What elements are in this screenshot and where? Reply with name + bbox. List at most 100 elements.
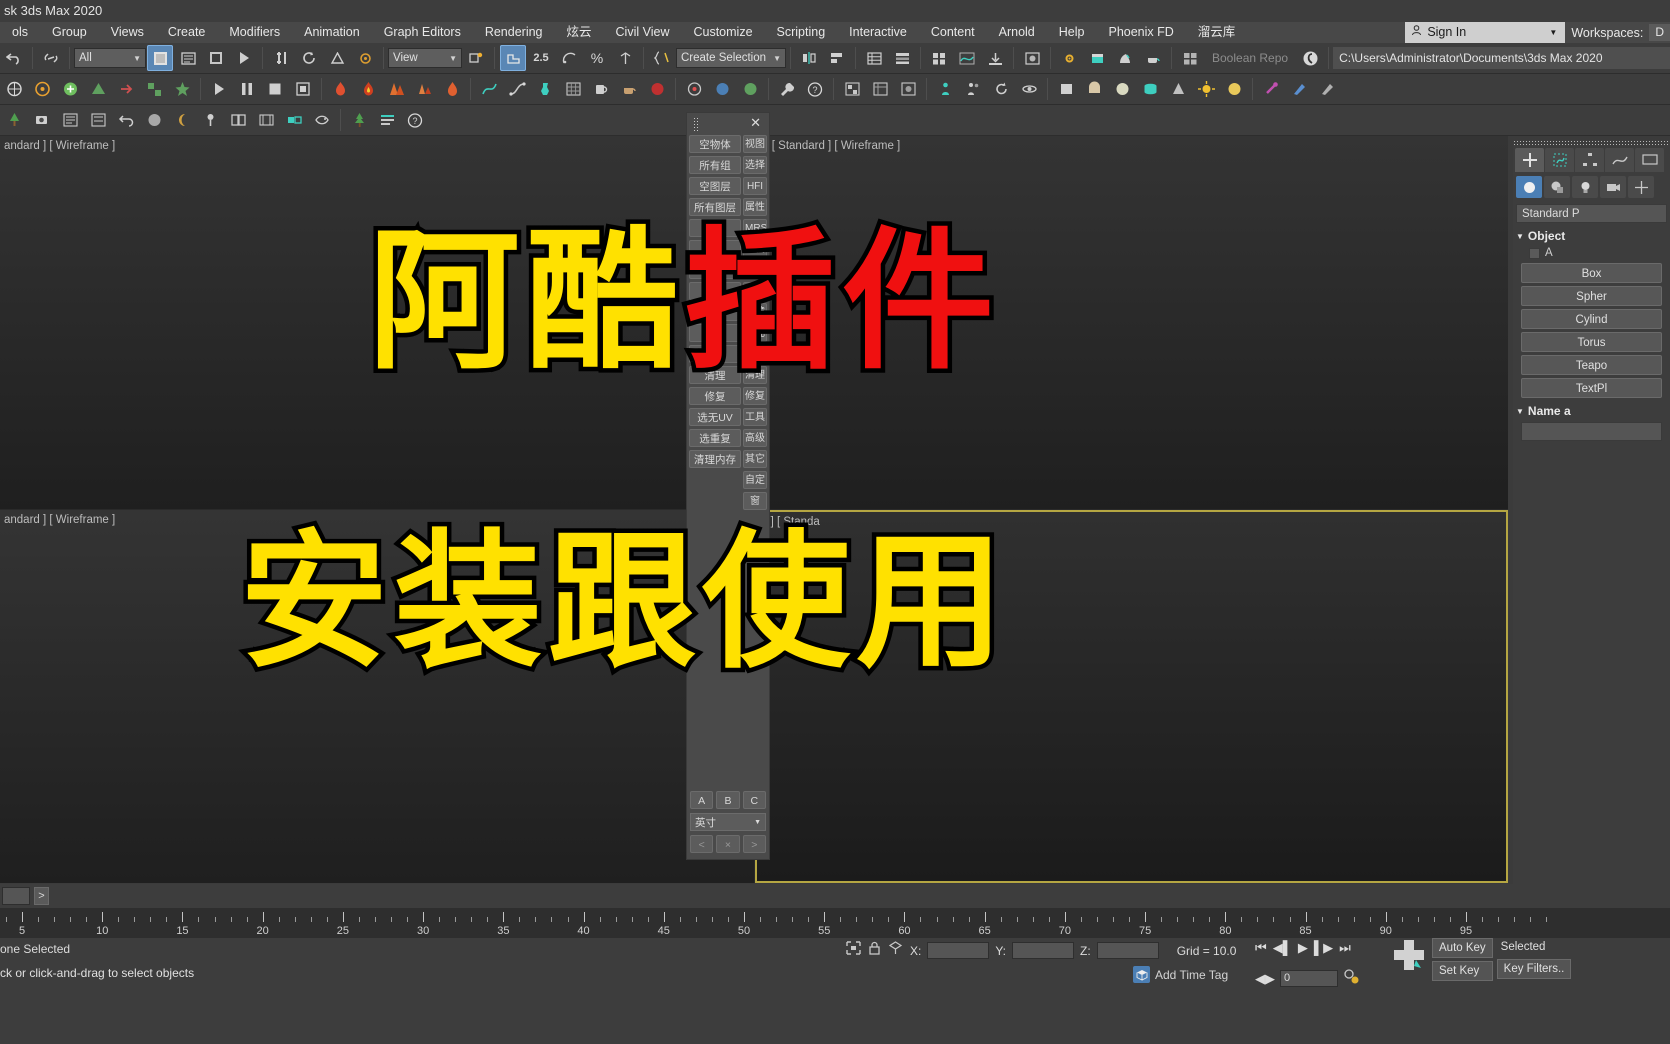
create-torus-button[interactable]: Torus — [1521, 332, 1662, 352]
track-bar-field[interactable] — [2, 887, 30, 905]
plugin-btn-select-no-uv[interactable]: 选无UV — [689, 408, 741, 426]
close-icon[interactable]: ✕ — [750, 115, 761, 131]
rollout-name-color-header[interactable]: ▼ Name a — [1516, 404, 1667, 418]
placement-icon[interactable] — [352, 45, 378, 71]
help2-icon[interactable]: ? — [402, 107, 428, 133]
x-field[interactable] — [927, 942, 990, 959]
menu-item-graph-editors[interactable]: Graph Editors — [372, 22, 473, 43]
sun-icon[interactable] — [1193, 76, 1219, 102]
tube-prim-icon[interactable] — [1137, 76, 1163, 102]
curly-brace-icon[interactable] — [649, 45, 675, 71]
plugin-tab-stack[interactable]: 堆栈 — [743, 240, 767, 258]
set-key-button[interactable]: Set Key — [1432, 961, 1493, 981]
list-icon-2[interactable] — [85, 107, 111, 133]
select-and-move-icon[interactable] — [268, 45, 294, 71]
vase-icon[interactable] — [532, 76, 558, 102]
align-icon[interactable] — [824, 45, 850, 71]
pin-icon[interactable] — [197, 107, 223, 133]
set-key-plus-icon[interactable] — [1390, 938, 1428, 976]
create-teapot-button[interactable]: Teapo — [1521, 355, 1662, 375]
rollout-object-type-header[interactable]: ▼ Object — [1516, 229, 1667, 243]
undo-curve-icon[interactable] — [113, 107, 139, 133]
object-name-field[interactable] — [1521, 422, 1662, 441]
plugin-icon-3[interactable] — [57, 76, 83, 102]
batch-icon-2[interactable] — [867, 76, 893, 102]
grey-tool-icon[interactable] — [1314, 76, 1340, 102]
workspaces-select[interactable]: D — [1649, 24, 1670, 41]
tree-icon[interactable] — [1, 107, 27, 133]
menu-item-liuyunku[interactable]: 溜云库 — [1186, 22, 1248, 43]
object-type-helpers[interactable] — [1628, 176, 1654, 198]
pivot-center-icon[interactable] — [463, 45, 489, 71]
help-icon[interactable]: ? — [802, 76, 828, 102]
menu-item-content[interactable]: Content — [919, 22, 987, 43]
project-path-field[interactable]: C:\Users\Administrator\Documents\3ds Max… — [1333, 47, 1670, 69]
boolean-repo-icon[interactable] — [1297, 45, 1323, 71]
snap-toggle-icon[interactable] — [500, 45, 526, 71]
drag-grip-icon[interactable] — [693, 117, 698, 131]
plugin-tab-group[interactable]: 组 — [743, 261, 767, 279]
fire-icon-3[interactable] — [383, 76, 409, 102]
play-animation-icon[interactable]: ▶ — [1298, 940, 1308, 956]
plugin-nav-close[interactable]: × — [716, 835, 740, 853]
plugin-btn-clean[interactable]: 清理 — [689, 366, 741, 384]
sphere-red-icon[interactable] — [644, 76, 670, 102]
record-icon[interactable] — [290, 76, 316, 102]
magenta-tool-icon[interactable] — [1258, 76, 1284, 102]
plugin-tab-clean[interactable]: 清理 — [743, 366, 767, 384]
rect-frame-icon[interactable] — [225, 107, 251, 133]
grid-icon[interactable] — [560, 76, 586, 102]
edit-named-sets-icon[interactable] — [612, 45, 638, 71]
scene-explorer-icon[interactable] — [889, 45, 915, 71]
tab-hierarchy[interactable] — [1575, 148, 1604, 172]
film-icon[interactable] — [253, 107, 279, 133]
autogrid-checkbox[interactable]: A — [1529, 247, 1670, 259]
mirror-icon[interactable] — [796, 45, 822, 71]
box-prim-icon[interactable] — [1053, 76, 1079, 102]
plugin-btn-shape2[interactable]: 图形 — [689, 324, 741, 342]
select-by-name-icon[interactable] — [175, 45, 201, 71]
menu-item-views[interactable]: Views — [99, 22, 156, 43]
plugin-btn-c[interactable]: C — [742, 791, 766, 809]
plugin-nav-prev[interactable]: < — [690, 835, 714, 853]
people-tool-icon[interactable] — [960, 76, 986, 102]
menu-item-scripting[interactable]: Scripting — [765, 22, 838, 43]
render-setup-icon[interactable] — [1056, 45, 1082, 71]
menu-item-help[interactable]: Help — [1047, 22, 1097, 43]
viewport-bottom-left[interactable]: andard ] [ Wireframe ] — [0, 510, 754, 883]
plugin-icon-5[interactable] — [113, 76, 139, 102]
yellow-ball-icon[interactable] — [1221, 76, 1247, 102]
object-type-geometry[interactable] — [1516, 176, 1542, 198]
stop-icon[interactable] — [262, 76, 288, 102]
select-and-scale-icon[interactable] — [324, 45, 350, 71]
menu-item-modifiers[interactable]: Modifiers — [217, 22, 292, 43]
rotate-obj-icon[interactable] — [1016, 76, 1042, 102]
plugin-btn-repair[interactable]: 修复 — [689, 387, 741, 405]
plugin-tab-material[interactable]: 材质 — [743, 345, 767, 363]
key-filters-button[interactable]: Key Filters.. — [1496, 959, 1572, 979]
z-field[interactable] — [1096, 942, 1159, 959]
list-icon-1[interactable] — [57, 107, 83, 133]
tree2-icon[interactable] — [346, 107, 372, 133]
menu-item-phoenix-fd[interactable]: Phoenix FD — [1096, 22, 1185, 43]
add-time-tag-control[interactable]: Add Time Tag — [1133, 966, 1228, 983]
fire-icon-4[interactable] — [411, 76, 437, 102]
timeline-ruler[interactable]: 5 10 15 20 25 30 35 40 45 50 55 60 65 70 75 80 85 90 95 — [0, 908, 1670, 938]
viewport-bottom-right-active[interactable]: e ] [ Standa — [755, 510, 1508, 883]
plugin-tab-hfi[interactable]: HFI — [743, 177, 767, 195]
teapot-icon[interactable] — [616, 76, 642, 102]
plugin-icon-1[interactable] — [1, 76, 27, 102]
fire-icon-2[interactable] — [355, 76, 381, 102]
fire-icon-5[interactable] — [439, 76, 465, 102]
plugin-btn-decorate[interactable]: 装饰 — [689, 282, 741, 300]
tab-motion[interactable] — [1605, 148, 1634, 172]
target-icon[interactable] — [681, 76, 707, 102]
undo-icon[interactable] — [1, 45, 27, 71]
play-icon[interactable] — [206, 76, 232, 102]
batch-icon-1[interactable] — [839, 76, 865, 102]
create-cylinder-button[interactable]: Cylind — [1521, 309, 1662, 329]
auto-key-button[interactable]: Auto Key — [1432, 938, 1493, 958]
plugin-tab-load[interactable]: 装载 — [743, 282, 767, 300]
object-type-shapes[interactable] — [1544, 176, 1570, 198]
selection-filter-combo[interactable]: All ▼ — [74, 48, 146, 68]
